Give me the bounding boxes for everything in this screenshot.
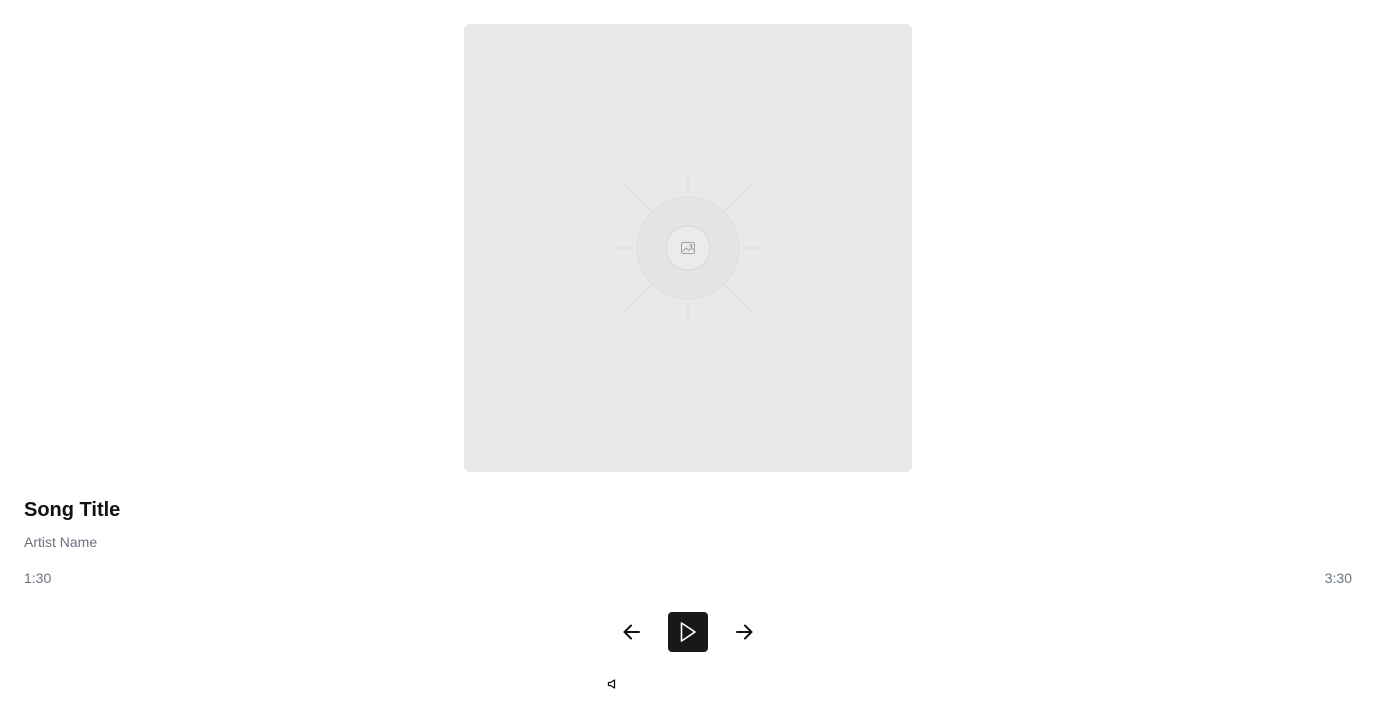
- arrow-right-icon: [736, 624, 753, 640]
- play-icon: [680, 622, 696, 642]
- volume-button[interactable]: [604, 676, 620, 692]
- previous-button[interactable]: [616, 616, 648, 648]
- volume-icon: [607, 679, 616, 689]
- artist-name: Artist Name: [24, 534, 98, 550]
- total-time: 3:30: [1324, 570, 1352, 586]
- album-artwork: [464, 24, 912, 472]
- image-placeholder-icon: [616, 176, 760, 320]
- song-title: Song Title: [24, 499, 121, 521]
- current-time: 1:30: [24, 570, 52, 586]
- arrow-left-icon: [623, 624, 640, 640]
- music-player: Song Title Artist Name 1:30 3:30: [0, 0, 1376, 716]
- next-button[interactable]: [728, 616, 760, 648]
- play-button[interactable]: [668, 612, 708, 652]
